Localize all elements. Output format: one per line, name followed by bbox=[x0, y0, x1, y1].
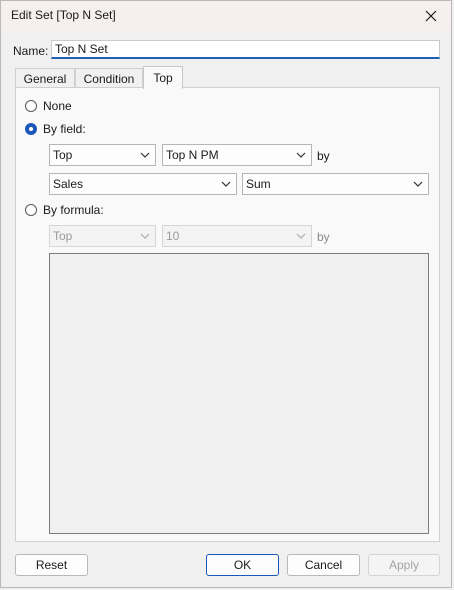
tab-condition[interactable]: Condition bbox=[75, 68, 143, 88]
cancel-button[interactable]: Cancel bbox=[287, 554, 360, 576]
formula-direction-value: Top bbox=[53, 229, 73, 243]
name-input[interactable] bbox=[51, 40, 440, 59]
ok-button[interactable]: OK bbox=[206, 554, 279, 576]
aggregation-value: Sum bbox=[246, 177, 271, 191]
field-value: Sales bbox=[53, 177, 84, 191]
edit-set-dialog: Edit Set [Top N Set] Name: General Condi… bbox=[0, 0, 452, 588]
formula-editor bbox=[49, 253, 429, 534]
by-field-aggregation-dropdown[interactable]: Sum bbox=[242, 173, 429, 195]
none-label: None bbox=[43, 99, 72, 113]
option-by-field[interactable]: By field: bbox=[25, 122, 86, 136]
by-formula-label: By formula: bbox=[43, 203, 104, 217]
close-icon bbox=[425, 10, 437, 22]
by-field-direction-dropdown[interactable]: Top bbox=[49, 144, 156, 166]
by-field-label: By field: bbox=[43, 122, 86, 136]
reset-button[interactable]: Reset bbox=[15, 554, 88, 576]
by-formula-by-label: by bbox=[317, 230, 330, 244]
by-field-radio[interactable] bbox=[25, 123, 37, 135]
chevron-down-icon bbox=[413, 181, 423, 187]
by-field-count-dropdown[interactable]: Top N PM bbox=[162, 144, 312, 166]
direction-value: Top bbox=[53, 148, 73, 162]
by-formula-direction-dropdown: Top bbox=[49, 225, 156, 247]
formula-count-value: 10 bbox=[166, 229, 180, 243]
close-button[interactable] bbox=[411, 1, 451, 31]
tab-general[interactable]: General bbox=[15, 68, 75, 88]
count-value: Top N PM bbox=[166, 148, 219, 162]
tab-top[interactable]: Top bbox=[143, 66, 183, 89]
by-field-by-label: by bbox=[317, 149, 330, 163]
window-title: Edit Set [Top N Set] bbox=[11, 8, 116, 22]
title-bar: Edit Set [Top N Set] bbox=[1, 1, 451, 31]
chevron-down-icon bbox=[221, 181, 231, 187]
option-none[interactable]: None bbox=[25, 99, 72, 113]
apply-button: Apply bbox=[368, 554, 440, 576]
by-formula-count-dropdown: 10 bbox=[162, 225, 312, 247]
name-label: Name: bbox=[13, 44, 49, 58]
chevron-down-icon bbox=[296, 233, 306, 239]
by-field-field-dropdown[interactable]: Sales bbox=[49, 173, 237, 195]
chevron-down-icon bbox=[140, 152, 150, 158]
by-formula-radio[interactable] bbox=[25, 204, 37, 216]
option-by-formula[interactable]: By formula: bbox=[25, 203, 104, 217]
none-radio[interactable] bbox=[25, 100, 37, 112]
chevron-down-icon bbox=[140, 233, 150, 239]
chevron-down-icon bbox=[296, 152, 306, 158]
